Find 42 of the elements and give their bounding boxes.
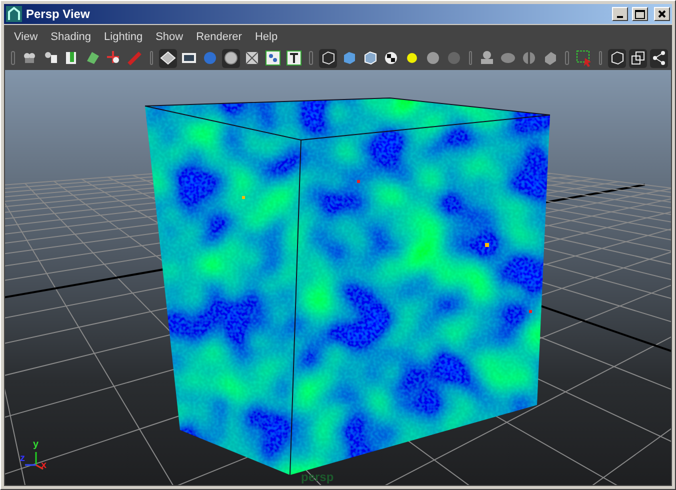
- shaded-sphere-icon: [201, 49, 219, 67]
- share-nodes-icon: [650, 49, 668, 67]
- axis-label: x: [41, 460, 47, 471]
- toolbar-grip[interactable]: [598, 51, 602, 65]
- menu-item[interactable]: Renderer: [190, 31, 249, 43]
- figure-icon: [478, 49, 496, 67]
- toolbar-button[interactable]: [629, 48, 647, 68]
- menu-item[interactable]: Help: [248, 31, 285, 43]
- toolbar-button[interactable]: [318, 48, 336, 68]
- menu-item[interactable]: Show: [150, 31, 190, 43]
- toolbar-button[interactable]: [285, 48, 303, 68]
- half-sphere-icon: [520, 49, 538, 67]
- toolbar-button[interactable]: [608, 48, 626, 68]
- toolbar-button[interactable]: [264, 48, 282, 68]
- selection-cursor-icon: [574, 49, 592, 67]
- maximize-button[interactable]: [632, 7, 648, 21]
- menu-item[interactable]: View: [8, 31, 45, 43]
- close-button[interactable]: [654, 7, 670, 21]
- nodes-icon: [264, 49, 282, 67]
- toolbar-grip[interactable]: [150, 51, 153, 65]
- window-title: Persp View: [26, 7, 91, 21]
- shaded-wireframe-icon: [159, 49, 177, 67]
- maximize-icon: [635, 10, 645, 18]
- toolbar-grip[interactable]: [11, 51, 14, 65]
- overlap-squares-icon: [629, 49, 647, 67]
- toolbar-grip[interactable]: [468, 51, 472, 65]
- pencil-icon: [126, 49, 144, 67]
- flat-circle-icon: [222, 49, 240, 67]
- toolbar-button[interactable]: [159, 48, 177, 68]
- axis-label: z: [20, 453, 25, 464]
- menu-item[interactable]: Shading: [44, 31, 98, 43]
- close-icon: [658, 10, 666, 18]
- menu-item[interactable]: Lighting: [98, 31, 150, 43]
- app-logo-icon: [6, 6, 22, 22]
- toolbar-button[interactable]: [650, 48, 668, 68]
- toolbar-grip[interactable]: [565, 51, 568, 65]
- minimize-button[interactable]: [612, 7, 628, 21]
- toolbar-button[interactable]: [222, 48, 240, 68]
- text-icon: [285, 49, 303, 67]
- toolbar-grip[interactable]: [309, 51, 312, 65]
- x-ray-icon: [243, 49, 261, 67]
- axis-label: y: [33, 439, 39, 450]
